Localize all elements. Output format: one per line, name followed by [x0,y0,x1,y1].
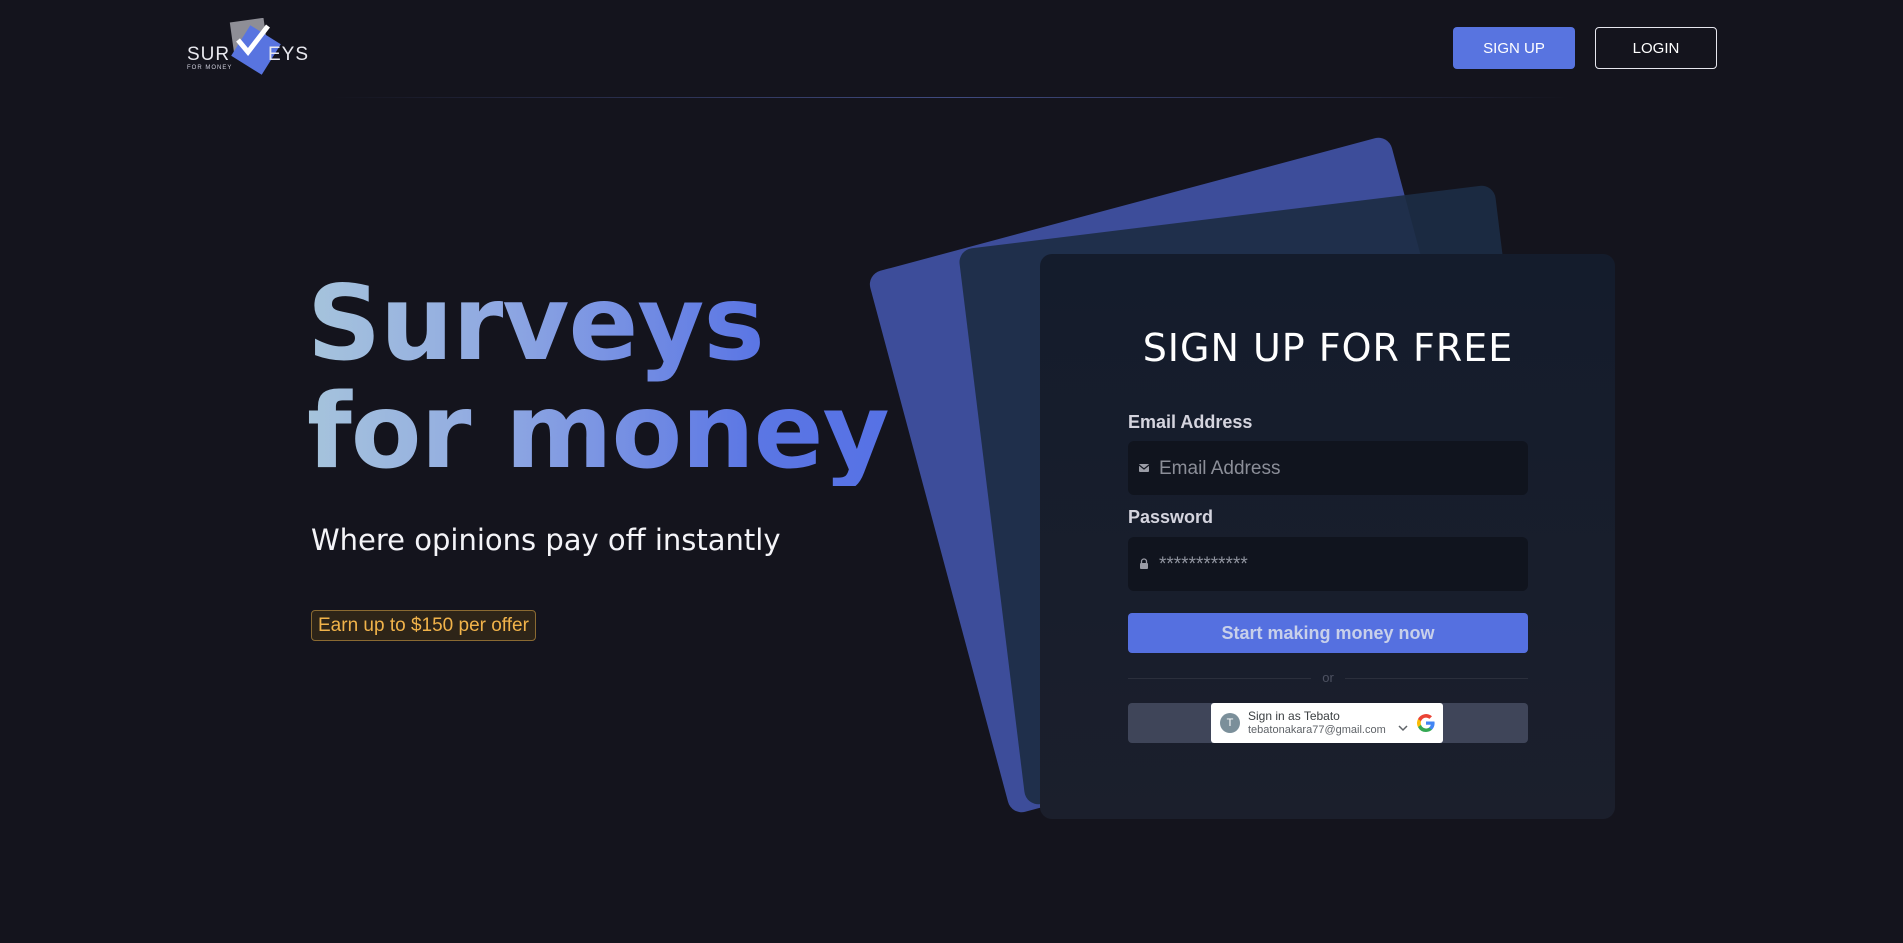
hero-title-line2: for money [307,372,889,492]
password-field-wrapper [1128,537,1528,593]
header-divider [330,97,1570,98]
logo-text-left: SUR [187,44,231,65]
google-account-name: Sign in as Tebato [1248,709,1340,723]
hero-title-line1: Surveys [307,264,764,384]
email-label: Email Address [1128,412,1253,432]
signup-form-title: SIGN UP FOR FREE [1142,326,1514,370]
google-signin-button[interactable]: T Sign in as Tebato tebatonakara77@gmail… [1211,703,1443,743]
earn-badge: Earn up to $150 per offer [311,610,536,641]
password-input[interactable] [1157,537,1521,593]
login-button[interactable]: LOGIN [1595,27,1717,69]
google-icon [1417,714,1435,732]
signup-button[interactable]: SIGN UP [1453,27,1575,69]
divider-or-text: or [1322,670,1334,685]
email-field-wrapper [1128,441,1528,497]
hero-title: Surveys for money [307,270,947,486]
hero-subtitle: Where opinions pay off instantly [311,523,781,557]
google-account-email: tebatonakara77@gmail.com [1248,724,1386,736]
envelope-icon [1138,464,1150,472]
chevron-down-icon [1398,725,1408,732]
divider-left [1128,678,1311,679]
logo-subtext: FOR MONEY [187,65,233,71]
google-signin-container: T Sign in as Tebato tebatonakara77@gmail… [1128,703,1528,743]
google-account-avatar: T [1220,713,1240,733]
site-logo[interactable]: SUR EYS FOR MONEY [186,18,316,78]
start-making-money-button[interactable]: Start making money now [1128,613,1528,653]
logo-text-right: EYS [268,44,310,65]
lock-icon [1140,558,1148,569]
divider-right [1345,678,1528,679]
password-label: Password [1128,507,1214,527]
email-input[interactable] [1157,441,1521,497]
